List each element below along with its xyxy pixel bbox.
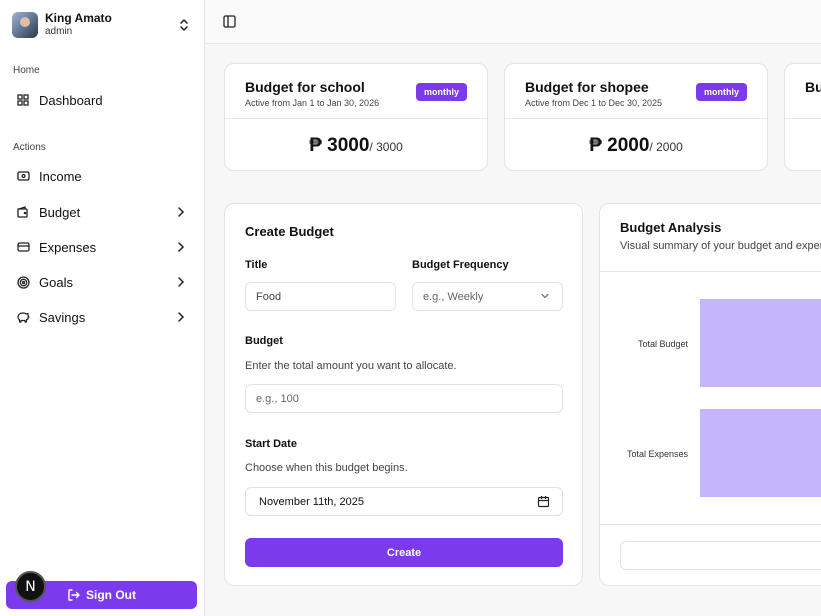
sidebar-item-label: Savings xyxy=(39,309,86,325)
budget-total: / 2000 xyxy=(649,140,683,154)
frequency-badge: monthly xyxy=(416,83,467,101)
log-out-icon xyxy=(68,589,80,601)
divider xyxy=(505,118,767,119)
credit-card-icon xyxy=(16,240,30,254)
piggy-bank-icon xyxy=(16,310,30,324)
budget-amount: ₱ 3000/ 3000 xyxy=(225,135,487,157)
bar-label-total-expenses: Total Expenses xyxy=(626,449,688,459)
sidebar-item-expenses[interactable]: Expenses xyxy=(8,232,192,262)
title-field[interactable]: Food xyxy=(245,282,396,311)
sidebar-item-label: Goals xyxy=(39,274,73,290)
sidebar-toggle-icon[interactable] xyxy=(223,15,236,28)
budget-spent: ₱ 3000 xyxy=(309,135,370,156)
frequency-select[interactable]: e.g., Weekly xyxy=(412,282,563,311)
dashboard-icon xyxy=(16,93,30,107)
avatar xyxy=(12,12,38,38)
sidebar-item-goals[interactable]: Goals xyxy=(8,267,192,297)
budget-total: / 3000 xyxy=(369,140,403,154)
sidebar-item-budget[interactable]: Budget xyxy=(8,197,192,227)
divider xyxy=(225,118,487,119)
user-info: King Amato admin xyxy=(45,11,112,38)
section-label-actions: Actions xyxy=(13,142,46,153)
chevron-right-icon xyxy=(178,242,185,252)
chevron-right-icon xyxy=(178,277,185,287)
sidebar-item-income[interactable]: Income xyxy=(8,161,192,191)
budget-period: Active from Jan 1 to Jan 30, 2026 xyxy=(245,98,380,108)
form-title: Create Budget xyxy=(245,224,334,239)
bar-total-expenses xyxy=(700,409,821,497)
budget-amount-field[interactable]: e.g., 100 xyxy=(245,384,563,413)
sidebar-item-label: Dashboard xyxy=(39,92,103,108)
analysis-title: Budget Analysis xyxy=(620,220,722,235)
top-bar xyxy=(205,0,821,44)
sidebar-item-label: Expenses xyxy=(39,239,97,255)
user-role: admin xyxy=(45,26,73,38)
sidebar-item-dashboard[interactable]: Dashboard xyxy=(8,85,192,115)
divider xyxy=(600,524,821,525)
chevron-down-icon xyxy=(541,293,549,299)
create-budget-form: Create Budget Title Food Budget Frequenc… xyxy=(224,203,583,586)
budget-title: Bu xyxy=(805,79,821,95)
sidebar: King Amato admin Home Dashboard Actions … xyxy=(0,0,205,616)
calendar-icon xyxy=(537,496,550,508)
budget-label: Budget xyxy=(245,335,283,347)
frequency-label: Budget Frequency xyxy=(412,259,509,271)
budget-card[interactable]: Budget for school Active from Jan 1 to J… xyxy=(224,63,488,171)
chevron-right-icon xyxy=(178,312,185,322)
bar-label-total-budget: Total Budget xyxy=(637,339,688,349)
budget-period: Active from Dec 1 to Dec 30, 2025 xyxy=(525,98,663,108)
budget-hint: Enter the total amount you want to alloc… xyxy=(245,360,457,372)
section-label-home: Home xyxy=(13,65,40,76)
wallet-icon xyxy=(16,205,30,219)
budget-spent: ₱ 2000 xyxy=(589,135,650,156)
budget-card[interactable]: Budget for shopee Active from Dec 1 to D… xyxy=(504,63,768,171)
chevrons-up-down-icon xyxy=(180,19,188,31)
cash-icon xyxy=(16,169,30,183)
budget-amount: ₱ 2000/ 2000 xyxy=(505,135,767,157)
start-date-picker[interactable]: November 11th, 2025 xyxy=(245,487,563,516)
user-name: King Amato xyxy=(45,11,112,26)
divider xyxy=(785,118,821,119)
divider xyxy=(600,271,821,272)
budget-title: Budget for school xyxy=(245,79,365,95)
target-icon xyxy=(16,275,30,289)
budget-placeholder: e.g., 100 xyxy=(256,392,299,405)
dev-tools-badge[interactable]: N xyxy=(15,571,46,602)
frequency-placeholder: e.g., Weekly xyxy=(423,290,484,303)
sidebar-item-label: Income xyxy=(39,168,82,184)
bar-total-budget xyxy=(700,299,821,387)
sidebar-item-savings[interactable]: Savings xyxy=(8,302,192,332)
budget-analysis-card: Budget Analysis Visual summary of your b… xyxy=(599,203,821,586)
budget-title: Budget for shopee xyxy=(525,79,649,95)
title-label: Title xyxy=(245,259,268,271)
chevron-right-icon xyxy=(178,207,185,217)
analysis-subtitle: Visual summary of your budget and expens… xyxy=(620,240,821,252)
create-button[interactable]: Create xyxy=(245,538,563,567)
start-date-hint: Choose when this budget begins. xyxy=(245,462,408,474)
budget-card[interactable]: Bu xyxy=(784,63,821,171)
user-switcher[interactable]: King Amato admin xyxy=(12,10,194,40)
sign-out-label: Sign Out xyxy=(86,588,136,602)
start-date-value: November 11th, 2025 xyxy=(259,495,364,508)
sidebar-item-label: Budget xyxy=(39,204,81,220)
analysis-footer-field[interactable] xyxy=(620,541,821,570)
start-date-label: Start Date xyxy=(245,438,297,450)
frequency-badge: monthly xyxy=(696,83,747,101)
